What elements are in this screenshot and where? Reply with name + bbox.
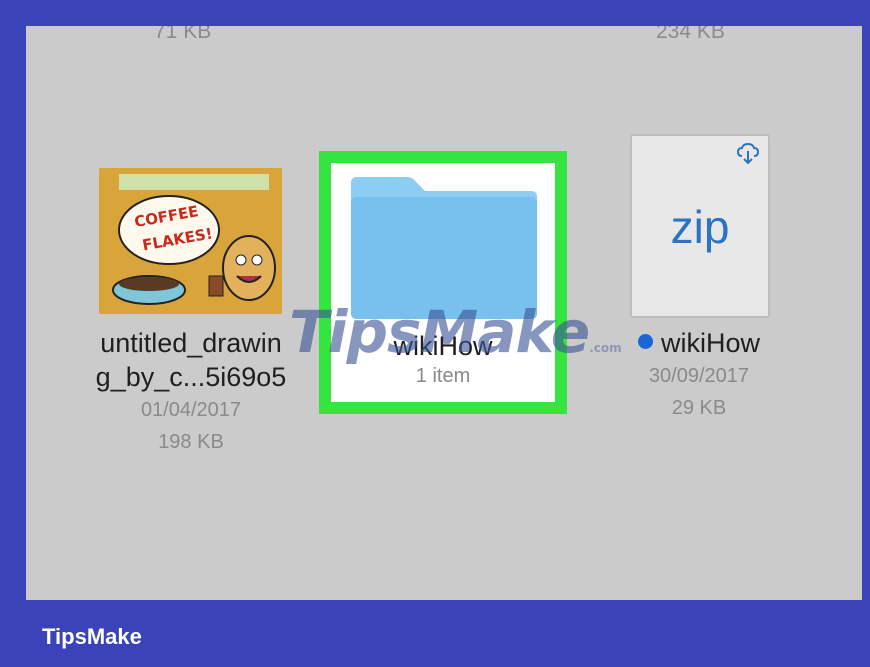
file-name: wikiHow [660,328,760,358]
file-size-label: 71 KB [154,26,212,43]
unread-dot [637,334,653,350]
zip-thumbnail[interactable]: zip [630,134,770,318]
file-size-label: 234 KB [656,26,725,43]
file-name: untitled_drawin [100,328,282,358]
folder-item-count: 1 item [415,365,471,387]
file-name: g_by_c...5i69o5 [95,362,287,392]
file-date: 01/04/2017 [140,399,242,421]
folder-item-wikihow[interactable]: wikiHow 1 item [331,163,555,402]
selected-folder-highlight[interactable]: wikiHow 1 item [319,151,567,414]
file-browser: 71 KB 234 KB COFFEE FLAKES! untitled_dra… [26,26,862,600]
file-date: 30/09/2017 [648,365,750,387]
file-size: 29 KB [671,397,727,419]
file-size: 198 KB [158,431,224,453]
footer-brand: TipsMake [42,624,142,649]
zip-badge: zip [670,201,730,253]
image-thumbnail[interactable]: COFFEE FLAKES! [99,168,282,314]
cloud-download-icon[interactable] [736,142,760,171]
watermark: TipsMake.com [289,298,622,366]
